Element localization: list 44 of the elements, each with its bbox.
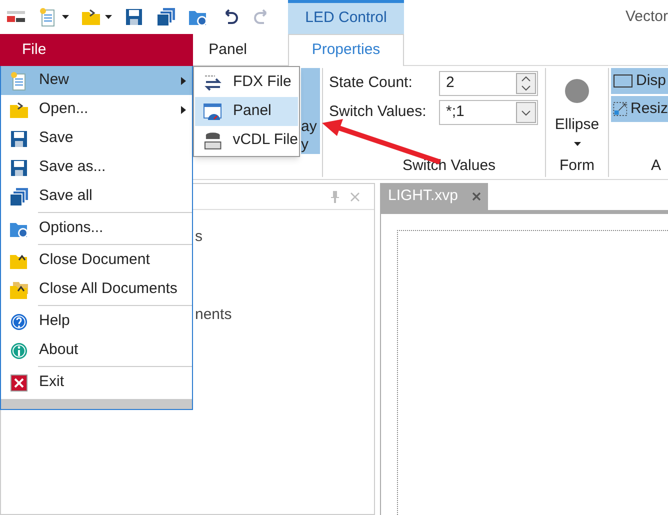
spin-field[interactable]: 2 xyxy=(439,70,538,96)
menu-item[interactable]: Panel xyxy=(195,97,298,126)
tree-item-text[interactable]: s xyxy=(195,226,374,248)
group-label: A xyxy=(650,156,662,176)
database-icon[interactable] xyxy=(203,130,223,150)
multiple-disks-icon[interactable] xyxy=(9,186,29,206)
ribbon-button[interactable]: Disp xyxy=(611,68,668,94)
folder-icon[interactable] xyxy=(81,7,101,27)
submenu-arrow-icon xyxy=(181,106,186,114)
close-icon[interactable] xyxy=(472,192,482,201)
file-menu-header[interactable]: File xyxy=(0,34,193,66)
button-label: y xyxy=(301,136,310,154)
ribbon-tab[interactable]: Panel xyxy=(204,34,251,66)
folders-arrow-icon[interactable] xyxy=(9,280,29,300)
shape-dropdown-button[interactable]: Ellipse xyxy=(554,68,600,146)
contextual-tab-header: LED Control xyxy=(288,0,404,34)
window-title: Vector xyxy=(625,6,668,27)
rectangle-icon xyxy=(613,74,633,88)
combo-field[interactable]: *;1 xyxy=(439,100,538,124)
circle-icon xyxy=(564,78,590,104)
dropdown-caret-icon[interactable] xyxy=(105,15,112,19)
field-label: Switch Values: xyxy=(329,102,428,122)
field-label: State Count: xyxy=(329,72,414,93)
menu-item[interactable]: New xyxy=(1,66,192,95)
gauge-icon[interactable] xyxy=(203,102,223,122)
dropdown-caret-icon xyxy=(574,142,580,146)
exit-icon[interactable] xyxy=(9,372,29,392)
button-label: ay xyxy=(301,118,318,136)
group-label: Switch Values xyxy=(401,156,497,176)
resize-icon xyxy=(613,99,628,119)
ribbon-button[interactable]: Resiz xyxy=(611,96,668,122)
folder-icon[interactable] xyxy=(9,100,29,120)
dropdown-caret-icon[interactable] xyxy=(62,15,69,19)
swap-arrows-icon[interactable] xyxy=(203,72,223,92)
info-icon[interactable] xyxy=(9,340,29,360)
multiple-disks-icon[interactable] xyxy=(156,7,176,27)
ribbon-button[interactable]: ay y xyxy=(301,68,320,154)
submenu-arrow-icon xyxy=(181,76,186,84)
spin-arrows-icon[interactable] xyxy=(516,72,536,94)
group-label: Form xyxy=(560,156,594,176)
ribbon-tab[interactable]: Properties xyxy=(288,34,404,66)
tree-item-text[interactable]: nents xyxy=(195,304,374,326)
chevron-down-icon[interactable] xyxy=(516,102,536,122)
help-icon[interactable] xyxy=(9,312,29,332)
